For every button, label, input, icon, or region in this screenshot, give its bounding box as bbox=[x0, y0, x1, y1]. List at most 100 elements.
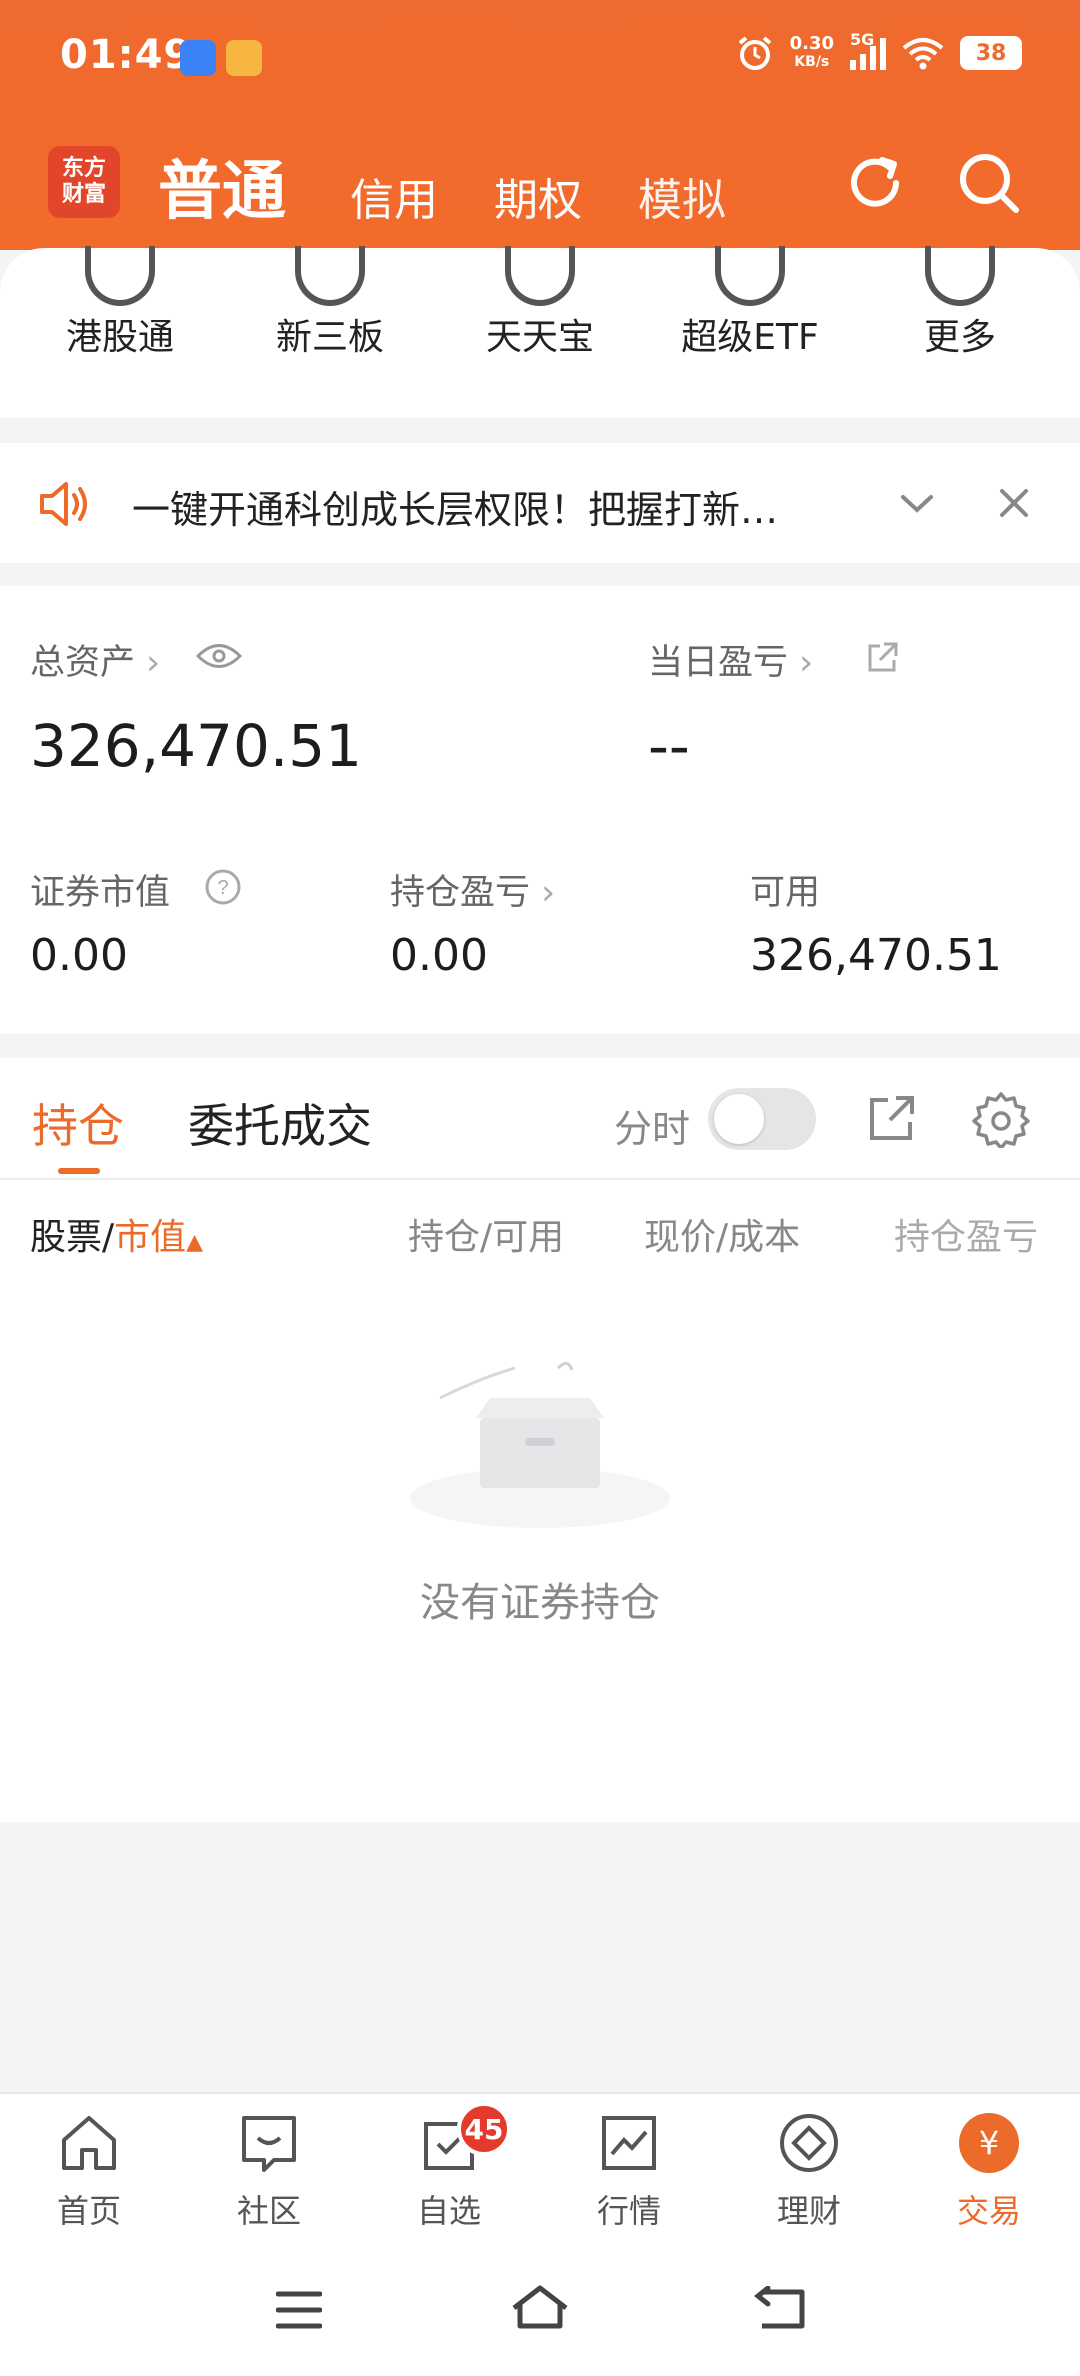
fenshi-label: 分时 bbox=[614, 1107, 691, 1151]
shortcut-more[interactable]: 更多 bbox=[870, 246, 1050, 360]
empty-box-illustration bbox=[410, 1362, 670, 1528]
wealth-icon bbox=[780, 2114, 838, 2172]
nav-trade[interactable]: ¥ 交易 bbox=[919, 2110, 1059, 2232]
available-value: 326,470.51 bbox=[750, 930, 1002, 981]
empty-holdings-text: 没有证券持仓 bbox=[420, 1580, 660, 1626]
svg-text:¥: ¥ bbox=[979, 2124, 999, 2162]
back-icon[interactable] bbox=[752, 2286, 806, 2332]
more-icon bbox=[925, 246, 995, 306]
logo-text-bottom: 财富 bbox=[61, 182, 106, 207]
piggy-bank-icon bbox=[505, 246, 575, 306]
tab-divider bbox=[0, 1178, 1080, 1180]
chevron-down-icon[interactable] bbox=[900, 493, 934, 515]
trade-icon: ¥ bbox=[959, 2113, 1019, 2173]
search-icon[interactable] bbox=[956, 150, 1022, 216]
nav-home[interactable]: 首页 bbox=[19, 2110, 159, 2232]
video-app-notification-icon bbox=[226, 40, 262, 76]
shortcut-label: 新三板 bbox=[275, 317, 384, 358]
watchlist-badge: 45 bbox=[457, 2102, 511, 2156]
nav-label: 行情 bbox=[596, 2192, 661, 2230]
settings-gear-icon[interactable] bbox=[972, 1090, 1030, 1148]
shortcut-label: 天天宝 bbox=[485, 317, 594, 358]
close-icon[interactable] bbox=[998, 487, 1030, 519]
net-speed: 0.30 KB/s bbox=[790, 35, 834, 71]
col-market-value-label: 市值 bbox=[114, 1217, 187, 1258]
nav-wealth[interactable]: 理财 bbox=[739, 2110, 879, 2232]
alarm-icon bbox=[738, 36, 771, 70]
net-speed-unit: KB/s bbox=[794, 54, 830, 70]
position-pl-label[interactable]: 持仓盈亏 › bbox=[390, 864, 555, 915]
col-price-cost: 现价/成本 bbox=[644, 1217, 801, 1258]
system-nav-bar bbox=[0, 2248, 1080, 2376]
speaker-icon bbox=[40, 482, 87, 526]
position-pl-label-text: 持仓盈亏 bbox=[390, 873, 531, 913]
total-assets-value: 326,470.51 bbox=[30, 712, 363, 780]
status-indicators: 0.30 KB/s 5G 38 bbox=[736, 30, 1022, 72]
top-nav: 东方 财富 普通 信用 期权 模拟 bbox=[0, 140, 1080, 230]
shortcut-super-etf[interactable]: 超级ETF bbox=[660, 246, 840, 360]
shortcut-label: 更多 bbox=[923, 317, 996, 358]
notice-bar[interactable]: 一键开通科创成长层权限！把握打新… bbox=[0, 443, 1080, 563]
battery-indicator: 38 bbox=[960, 36, 1022, 70]
shortcut-label: 港股通 bbox=[65, 317, 174, 358]
daily-pl-label[interactable]: 当日盈亏 › bbox=[648, 634, 813, 685]
col-stock-market-value[interactable]: 股票/市值▲ bbox=[30, 1208, 203, 1260]
nav-label: 社区 bbox=[236, 2192, 301, 2230]
chevron-right-icon: › bbox=[541, 873, 556, 913]
status-bar: 01:49 0.30 KB/s 5G 38 bbox=[0, 0, 1080, 118]
position-pl-value: 0.00 bbox=[390, 930, 488, 981]
menu-icon[interactable] bbox=[276, 2290, 322, 2330]
wifi-icon bbox=[902, 38, 944, 70]
eye-icon[interactable] bbox=[196, 641, 242, 671]
col-stock-label: 股票/ bbox=[30, 1217, 115, 1258]
logo-text-top: 东方 bbox=[61, 156, 106, 181]
asset-summary: 总资产 › 326,470.51 当日盈亏 › -- 证券市值 ? 0.00 持… bbox=[0, 586, 1080, 1034]
nav-label: 理财 bbox=[776, 2192, 841, 2230]
shortcut-panel: 港股通 新三板 天天宝 超级ETF 更多 bbox=[0, 246, 1080, 418]
total-assets-label[interactable]: 总资产 › bbox=[30, 634, 160, 685]
help-icon[interactable]: ? bbox=[204, 868, 242, 906]
daily-pl-label-text: 当日盈亏 bbox=[648, 643, 789, 683]
nav-community[interactable]: 社区 bbox=[199, 2110, 339, 2232]
tab-indicator bbox=[58, 1168, 100, 1174]
share-icon[interactable] bbox=[866, 1092, 918, 1144]
col-position-pl: 持仓盈亏 bbox=[894, 1217, 1039, 1258]
fenshi-toggle[interactable] bbox=[708, 1088, 816, 1150]
col-position-available: 持仓/可用 bbox=[408, 1217, 565, 1258]
tab-simulation[interactable]: 模拟 bbox=[638, 164, 726, 228]
market-value: 0.00 bbox=[30, 930, 128, 981]
external-link-icon[interactable] bbox=[864, 640, 900, 676]
tab-orders[interactable]: 委托成交 bbox=[188, 1090, 372, 1156]
nav-watchlist[interactable]: 45 自选 bbox=[379, 2102, 519, 2232]
total-assets-label-text: 总资产 bbox=[30, 643, 136, 683]
chevron-right-icon: › bbox=[146, 643, 161, 683]
market-icon bbox=[602, 2116, 656, 2170]
hk-icon bbox=[85, 246, 155, 306]
bottom-nav: 首页 社区 45 自选 行情 理财 ¥ 交易 bbox=[0, 2092, 1080, 2248]
nav-label: 交易 bbox=[956, 2192, 1021, 2230]
network-type: 5G bbox=[850, 30, 875, 49]
available-label: 可用 bbox=[750, 873, 821, 913]
notice-text[interactable]: 一键开通科创成长层权限！把握打新… bbox=[132, 479, 778, 534]
tab-positions[interactable]: 持仓 bbox=[32, 1090, 124, 1156]
shortcut-neeq[interactable]: 新三板 bbox=[240, 246, 420, 360]
shortcut-hk-connect[interactable]: 港股通 bbox=[30, 246, 210, 360]
app-header: 01:49 0.30 KB/s 5G 38 东方 财富 普通 信用 期权 模拟 bbox=[0, 0, 1080, 250]
status-time: 01:49 bbox=[60, 32, 193, 78]
new-board-icon bbox=[295, 246, 365, 306]
cell-signal: 5G bbox=[850, 30, 886, 70]
tab-credit[interactable]: 信用 bbox=[350, 164, 438, 228]
chevron-right-icon: › bbox=[799, 643, 814, 683]
holdings-panel: 持仓 委托成交 分时 股票/市值▲ 持仓/可用 现价/成本 持仓盈亏 没有证券持… bbox=[0, 1058, 1080, 1822]
etf-icon bbox=[715, 246, 785, 306]
tab-normal[interactable]: 普通 bbox=[158, 140, 286, 232]
nav-market[interactable]: 行情 bbox=[559, 2110, 699, 2232]
eastmoney-logo: 东方 财富 bbox=[48, 146, 120, 218]
net-speed-value: 0.30 bbox=[789, 33, 834, 54]
home-nav-icon[interactable] bbox=[510, 2284, 570, 2330]
daily-pl-value: -- bbox=[648, 712, 690, 780]
tab-options[interactable]: 期权 bbox=[494, 164, 582, 228]
shortcut-tiantianbao[interactable]: 天天宝 bbox=[450, 246, 630, 360]
app-notification-icon bbox=[180, 40, 216, 76]
refresh-icon[interactable] bbox=[842, 150, 908, 216]
